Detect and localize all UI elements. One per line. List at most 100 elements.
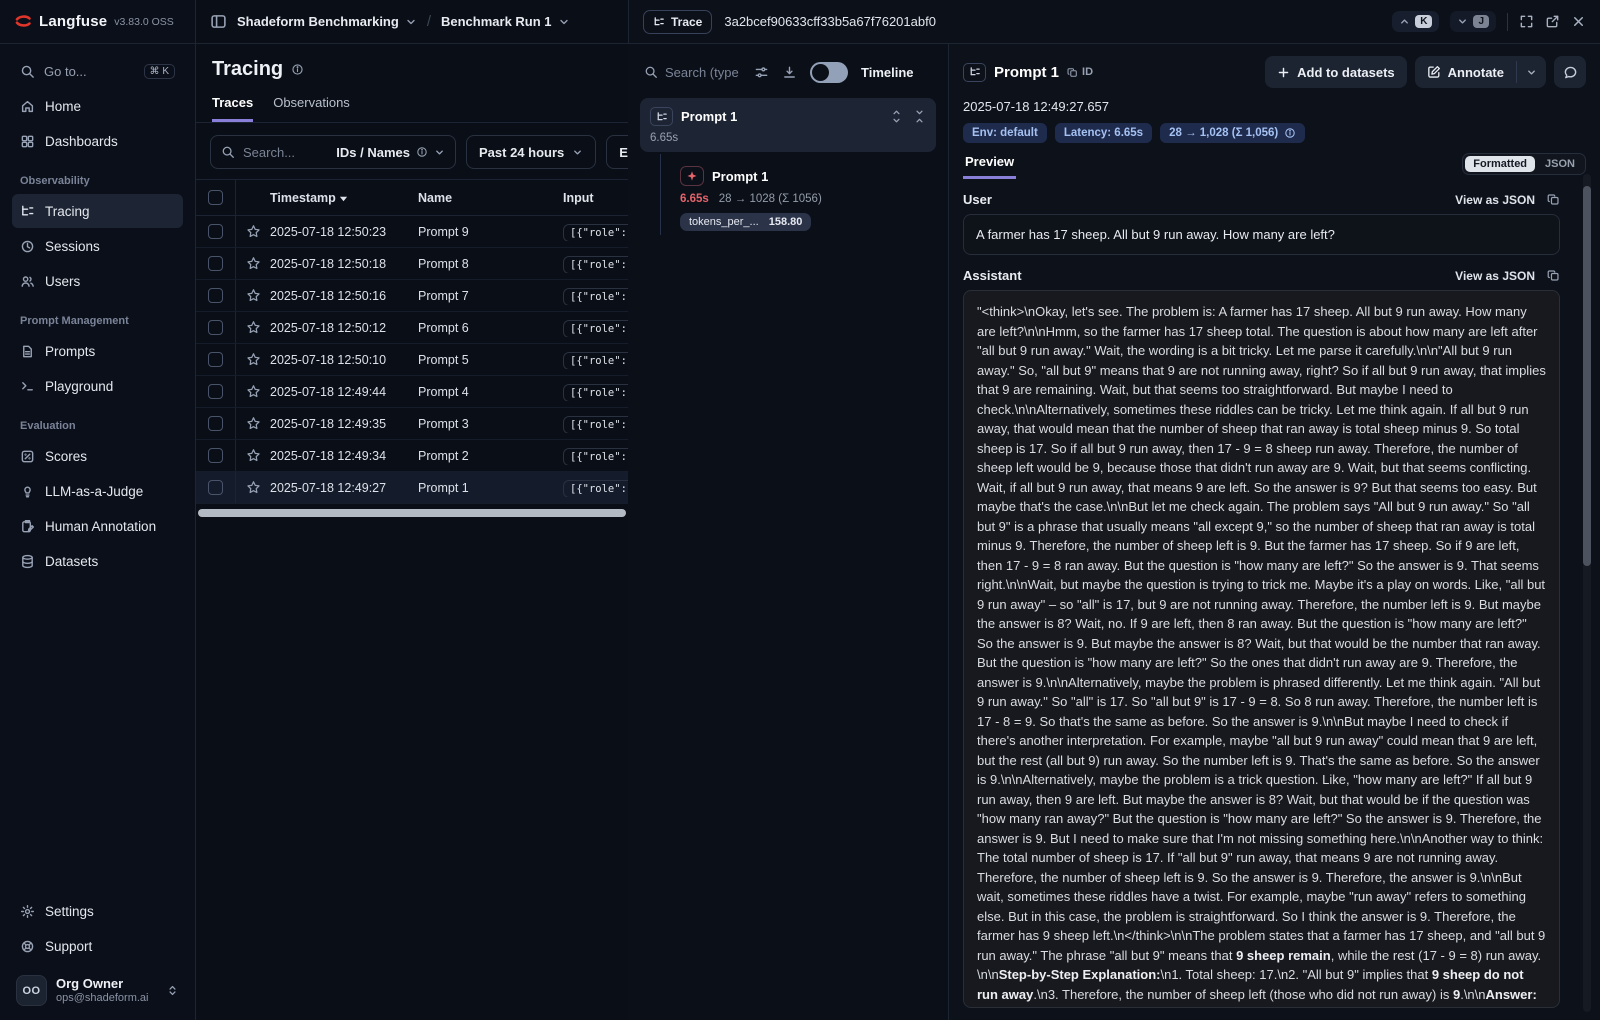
copy-icon[interactable] [1547, 193, 1560, 206]
tab-preview[interactable]: Preview [963, 154, 1016, 179]
view-as-json-button[interactable]: View as JSON [1455, 193, 1535, 207]
env-badge[interactable]: Env: default [963, 123, 1047, 143]
format-formatted[interactable]: Formatted [1465, 156, 1535, 172]
traces-table: Timestamp Name Input 2025-07-18 12:50:23… [196, 179, 628, 517]
score-badge[interactable]: tokens_per_... 158.80 [680, 213, 811, 231]
chevron-down-icon [1457, 16, 1468, 27]
col-name[interactable]: Name [418, 191, 563, 205]
copy-icon[interactable] [1547, 269, 1560, 282]
download-icon[interactable] [782, 65, 797, 80]
sidebar-item-tracing[interactable]: Tracing [12, 194, 183, 228]
breadcrumb-org[interactable]: Shadeform Benchmarking [237, 14, 417, 29]
table-row[interactable]: 2025-07-18 12:49:35 Prompt 3 [{"role":"u… [196, 408, 628, 440]
star-icon[interactable] [236, 416, 270, 431]
detail-actions: Add to datasets Annotate [1265, 56, 1586, 88]
timeline-toggle[interactable] [810, 62, 848, 83]
table-row-selected[interactable]: 2025-07-18 12:49:27 Prompt 1 [{"role":"u… [196, 472, 628, 504]
row-input: [{"role":"use [563, 416, 628, 433]
annotate-dropdown-button[interactable] [1517, 56, 1546, 88]
row-checkbox[interactable] [208, 448, 223, 463]
table-row[interactable]: 2025-07-18 12:49:44 Prompt 4 [{"role":"u… [196, 376, 628, 408]
row-checkbox[interactable] [208, 320, 223, 335]
star-icon[interactable] [236, 480, 270, 495]
fold-vertical-icon[interactable] [913, 110, 926, 123]
env-filter[interactable]: Env [606, 135, 628, 169]
star-icon[interactable] [236, 256, 270, 271]
row-input: [{"role":"use [563, 256, 628, 273]
account-switcher[interactable]: OO Org Owner ops@shadeform.ai [12, 975, 183, 1006]
assistant-text: \n1. Total sheep: 17.\n2. "All but 9" im… [1160, 967, 1431, 982]
nav-down-button[interactable]: J [1450, 11, 1496, 32]
row-checkbox[interactable] [208, 416, 223, 431]
star-icon[interactable] [236, 384, 270, 399]
row-checkbox[interactable] [208, 352, 223, 367]
row-checkbox[interactable] [208, 224, 223, 239]
sliders-icon[interactable] [754, 65, 769, 80]
row-name: Prompt 4 [418, 385, 563, 399]
star-icon[interactable] [236, 288, 270, 303]
sidebar-item-home[interactable]: Home [12, 89, 183, 123]
table-row[interactable]: 2025-07-18 12:49:34 Prompt 2 [{"role":"u… [196, 440, 628, 472]
close-icon[interactable] [1571, 14, 1586, 29]
table-row[interactable]: 2025-07-18 12:50:16 Prompt 7 [{"role":"u… [196, 280, 628, 312]
row-name: Prompt 1 [418, 481, 563, 495]
tree-node-generation[interactable]: Prompt 1 6.65s 28 → 1028 (Σ 1056) tokens… [654, 166, 936, 231]
select-all-checkbox[interactable] [208, 190, 223, 205]
sidebar-item-playground[interactable]: Playground [12, 369, 183, 403]
add-to-datasets-button[interactable]: Add to datasets [1265, 56, 1407, 88]
sidebar-item-settings[interactable]: Settings [12, 894, 183, 928]
sidebar-item-support[interactable]: Support [12, 929, 183, 963]
sidebar-item-datasets[interactable]: Datasets [12, 544, 183, 578]
goto-search[interactable]: Go to... ⌘ K [12, 54, 183, 88]
row-checkbox[interactable] [208, 256, 223, 271]
row-checkbox[interactable] [208, 384, 223, 399]
sidebar-item-sessions[interactable]: Sessions [12, 229, 183, 263]
time-range-filter[interactable]: Past 24 hours [466, 135, 596, 169]
copy-id-button[interactable]: ID [1067, 66, 1093, 78]
tab-traces[interactable]: Traces [212, 95, 253, 122]
row-timestamp: 2025-07-18 12:50:18 [270, 257, 418, 271]
format-json[interactable]: JSON [1537, 156, 1583, 172]
horizontal-scrollbar[interactable] [198, 509, 626, 517]
sidebar-toggle-icon[interactable] [210, 13, 227, 30]
maximize-icon[interactable] [1519, 14, 1534, 29]
open-external-icon[interactable] [1545, 14, 1560, 29]
sidebar-item-dashboards[interactable]: Dashboards [12, 124, 183, 158]
unfold-vertical-icon[interactable] [890, 110, 903, 123]
detail-tabs: Preview Formatted JSON [963, 153, 1586, 179]
traces-search-input[interactable]: Search... IDs / Names [210, 135, 456, 169]
row-checkbox[interactable] [208, 480, 223, 495]
row-checkbox[interactable] [208, 288, 223, 303]
comments-button[interactable] [1554, 56, 1586, 88]
star-icon[interactable] [236, 448, 270, 463]
table-row[interactable]: 2025-07-18 12:50:10 Prompt 5 [{"role":"u… [196, 344, 628, 376]
latency-badge[interactable]: Latency: 6.65s [1055, 123, 1152, 143]
sidebar-item-users[interactable]: Users [12, 264, 183, 298]
tree-node-trace-selected[interactable]: Prompt 1 6.65s [640, 98, 936, 152]
vertical-scrollbar[interactable] [1583, 174, 1591, 1012]
table-row[interactable]: 2025-07-18 12:50:12 Prompt 6 [{"role":"u… [196, 312, 628, 344]
sidebar-item-scores[interactable]: Scores [12, 439, 183, 473]
pencil-square-icon [1427, 65, 1441, 79]
star-icon[interactable] [236, 320, 270, 335]
sidebar-item-prompts[interactable]: Prompts [12, 334, 183, 368]
token-usage-badge[interactable]: 28 → 1,028 (Σ 1,056) [1160, 123, 1305, 143]
tab-observations[interactable]: Observations [273, 95, 350, 122]
tree-search-input[interactable]: Search (type [644, 65, 741, 80]
table-row[interactable]: 2025-07-18 12:50:18 Prompt 8 [{"role":"u… [196, 248, 628, 280]
tree-search-placeholder: Search (type [665, 65, 741, 80]
col-input[interactable]: Input [563, 191, 628, 205]
col-timestamp[interactable]: Timestamp [270, 191, 418, 205]
star-icon[interactable] [236, 224, 270, 239]
sidebar-item-llm-as-a-judge[interactable]: LLM-as-a-Judge [12, 474, 183, 508]
sidebar-item-human-annotation[interactable]: Human Annotation [12, 509, 183, 543]
breadcrumb-project[interactable]: Benchmark Run 1 [441, 14, 570, 29]
star-icon[interactable] [236, 352, 270, 367]
row-timestamp: 2025-07-18 12:49:27 [270, 481, 418, 495]
annotate-button[interactable]: Annotate [1415, 56, 1516, 88]
table-row[interactable]: 2025-07-18 12:50:23 Prompt 9 [{"role":"u… [196, 216, 628, 248]
nav-up-button[interactable]: K [1392, 11, 1439, 32]
scrollbar-thumb[interactable] [1583, 186, 1591, 566]
search-scope-select[interactable]: IDs / Names [336, 145, 445, 160]
view-as-json-button[interactable]: View as JSON [1455, 269, 1535, 283]
